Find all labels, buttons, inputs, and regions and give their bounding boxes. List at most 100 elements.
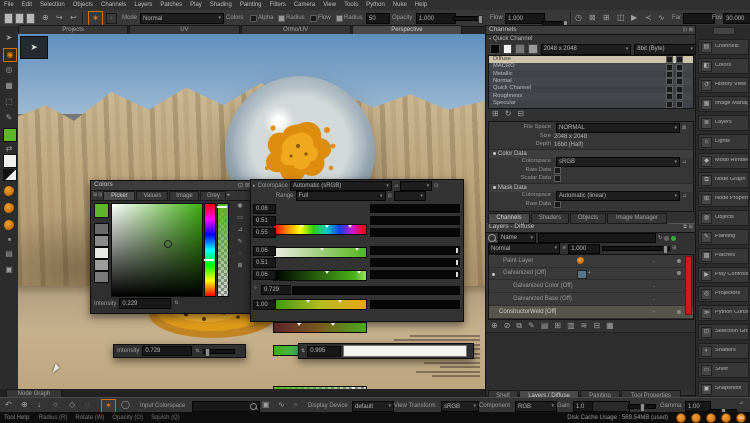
- tab-grey[interactable]: Grey: [200, 191, 226, 201]
- gradient-row-value[interactable]: 0.06: [253, 270, 276, 280]
- layer-visibility-toggle[interactable]: [677, 310, 681, 314]
- grey-swatch-5[interactable]: [94, 271, 109, 283]
- sidebar-item-shelf[interactable]: ▭Shelf: [698, 362, 749, 378]
- quick-channel-row[interactable]: ▾ Quick Channel: [486, 35, 696, 43]
- layer-row[interactable]: Paint Layer –: [489, 255, 693, 268]
- menu-play[interactable]: Play: [190, 2, 202, 8]
- menu-edit[interactable]: Edit: [22, 2, 32, 8]
- channel-lock-checkbox[interactable]: [676, 86, 683, 93]
- menu-tools[interactable]: Tools: [344, 2, 358, 8]
- move-tool-icon[interactable]: ⊕: [21, 401, 28, 409]
- marquee-select-tool[interactable]: ⬚: [3, 96, 15, 108]
- opacity-field[interactable]: 1.000: [416, 13, 456, 24]
- channel-visible-checkbox[interactable]: [666, 71, 673, 78]
- sidebar-item-painting[interactable]: ✎Painting: [698, 229, 749, 245]
- sidebar-item-objects[interactable]: ◍Objects: [698, 210, 749, 226]
- lock-color-icon[interactable]: ⊠: [237, 263, 242, 269]
- menu-layers[interactable]: Layers: [134, 2, 152, 8]
- drop-paint-icon[interactable]: ↓: [37, 401, 41, 409]
- blend-amount-slider[interactable]: [602, 246, 670, 251]
- swatch-book-icon[interactable]: ▣: [262, 401, 270, 409]
- layers-scrollbar[interactable]: [685, 256, 692, 315]
- radius-value-field[interactable]: 50: [366, 13, 390, 24]
- tab-overflow-icon[interactable]: ▸: [227, 193, 230, 198]
- file-space-info-icon[interactable]: ⊠: [682, 126, 686, 131]
- gradient-range-select[interactable]: Full: [296, 191, 386, 201]
- play-icon[interactable]: ▶: [631, 14, 637, 22]
- channel-lock-checkbox[interactable]: [676, 78, 683, 85]
- grey-swatch-4[interactable]: [94, 259, 109, 271]
- colorspace-select[interactable]: sRGB: [556, 157, 680, 167]
- menu-camera[interactable]: Camera: [294, 2, 315, 8]
- alpha-row-field[interactable]: 0.729: [261, 285, 293, 295]
- save-project-icon[interactable]: [26, 13, 35, 24]
- layer-adjust-icon[interactable]: –: [653, 284, 655, 288]
- paint-layer-icon[interactable]: ✎: [528, 322, 535, 330]
- colors-panel-titlebar[interactable]: Colors ⊡ ⊠: [91, 181, 253, 191]
- hue-curve-preview[interactable]: [369, 203, 461, 214]
- grid-tool[interactable]: ▦: [3, 80, 15, 92]
- menu-selection[interactable]: Selection: [40, 2, 65, 8]
- sv-crosshair[interactable]: [164, 240, 172, 248]
- sidebar-item-shaders[interactable]: ◐Shaders: [698, 343, 749, 359]
- grey-swatch[interactable]: [515, 44, 525, 54]
- channel-lock-checkbox[interactable]: [676, 71, 683, 78]
- dock-tab-image-manager[interactable]: Image Manager: [607, 213, 667, 224]
- file-space-select[interactable]: NORMAL: [556, 123, 680, 133]
- diamond-brush-icon[interactable]: ◇: [69, 401, 75, 409]
- active-splat-brush-icon[interactable]: ✶: [101, 399, 116, 413]
- status-badge-3[interactable]: [706, 413, 716, 423]
- foreground-color-swatch[interactable]: [3, 128, 17, 142]
- gain-display-field[interactable]: [592, 401, 630, 412]
- alpha-strip[interactable]: [217, 203, 229, 297]
- scalar-data-checkbox[interactable]: [554, 175, 561, 182]
- float-panel-icon[interactable]: ⊡: [683, 28, 687, 33]
- checker-row-field[interactable]: 1.00: [253, 300, 276, 310]
- curve-preview[interactable]: [369, 257, 461, 268]
- intensity-stepper-icon[interactable]: ⇅: [174, 301, 178, 306]
- grey-swatch-3[interactable]: [94, 247, 109, 259]
- channel-visible-checkbox[interactable]: [666, 78, 673, 85]
- stepper-icons[interactable]: ⇅: [301, 349, 305, 354]
- input-colorspace-field[interactable]: [192, 401, 260, 412]
- layer-row[interactable]: Galvanized Base (Off) –: [489, 293, 693, 306]
- sidebar-item-lights[interactable]: ☼Lights: [698, 134, 749, 150]
- vector-icon[interactable]: ≺: [645, 14, 652, 22]
- menu-nuke[interactable]: Nuke: [393, 2, 407, 8]
- status-badge-1[interactable]: [676, 413, 686, 423]
- channel-lock-checkbox[interactable]: [676, 64, 683, 71]
- channel-visible-checkbox[interactable]: [666, 56, 673, 63]
- group-layers-icon[interactable]: ▤: [541, 322, 549, 330]
- maroon-green-strip[interactable]: [273, 322, 367, 333]
- colorspace-auto-icon[interactable]: ⊿: [682, 160, 686, 165]
- channel-visible-checkbox[interactable]: [666, 64, 673, 71]
- menu-python[interactable]: Python: [366, 2, 385, 8]
- layer-row[interactable]: Galvanized Color (Off) –: [489, 280, 693, 293]
- menu-channels[interactable]: Channels: [101, 2, 126, 8]
- gradient-row-value[interactable]: 0.55: [253, 228, 276, 238]
- brush-tip-splat-2[interactable]: [4, 203, 14, 213]
- black-swatch[interactable]: [490, 44, 500, 54]
- layer-adjust-icon[interactable]: –: [653, 259, 655, 263]
- merge-layers-icon[interactable]: ≋: [581, 322, 588, 330]
- gradient-row-value[interactable]: 0.06: [253, 246, 276, 256]
- flow-checkbox[interactable]: [310, 15, 317, 22]
- add-channel-icon[interactable]: ⊞: [492, 110, 499, 118]
- sync-channel-icon[interactable]: ↻: [505, 110, 512, 118]
- mask-colorspace-auto-icon[interactable]: ⊿: [682, 194, 686, 199]
- layer-row[interactable]: Galvanized [Off] +: [489, 268, 693, 281]
- swatch-icon[interactable]: ▭: [237, 215, 243, 221]
- layer-visibility-toggle[interactable]: [677, 259, 681, 263]
- black-green-strip[interactable]: [273, 270, 367, 281]
- alpha-checkbox[interactable]: [250, 15, 257, 22]
- status-badge-4[interactable]: [721, 413, 731, 423]
- group-expand-icon[interactable]: +: [588, 271, 591, 276]
- sidebar-item-play-controls[interactable]: ▶Play Controls: [698, 267, 749, 283]
- blend-settings-icon[interactable]: ⊞: [672, 246, 676, 251]
- hue-strip[interactable]: [204, 203, 216, 297]
- options-icon[interactable]: ⊡: [434, 184, 438, 189]
- float-panel-icon[interactable]: ⊡: [238, 183, 243, 189]
- undo-stroke-icon[interactable]: ↶: [5, 401, 12, 409]
- tab-values[interactable]: Values: [136, 191, 168, 201]
- range-options-icon[interactable]: ⊡: [388, 194, 392, 199]
